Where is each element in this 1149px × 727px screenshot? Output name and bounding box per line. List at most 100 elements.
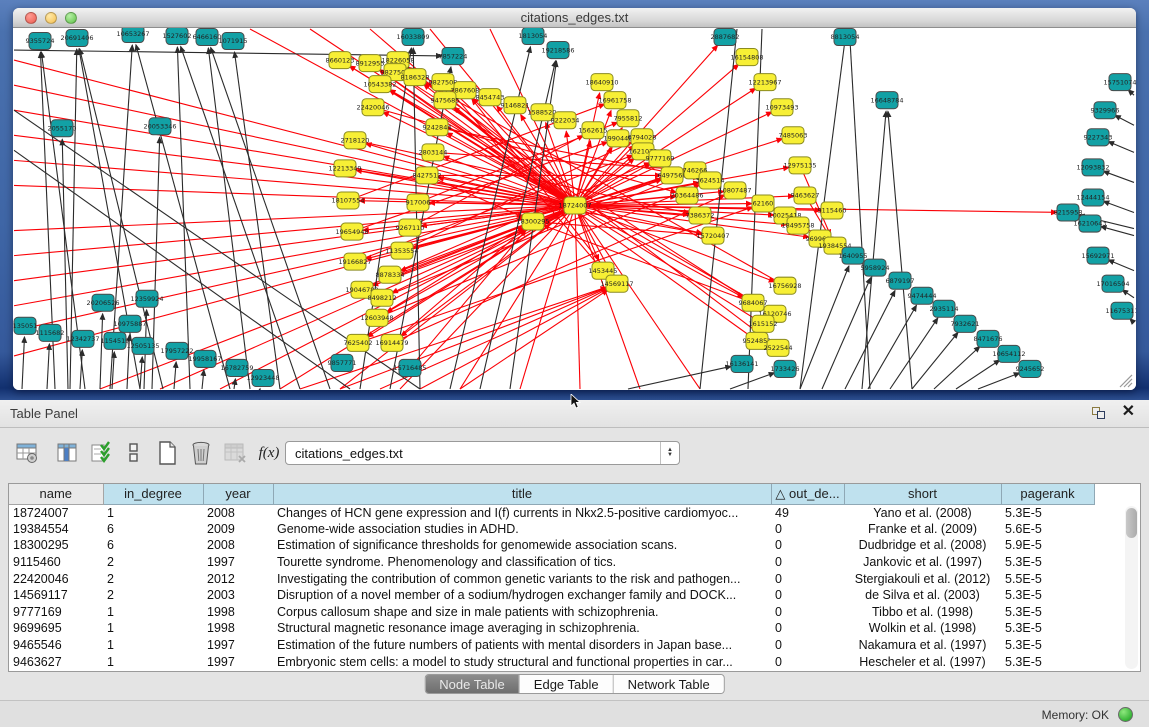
graph-node-label: 9267110 [396, 224, 425, 232]
table-row[interactable]: 1872400712008Changes of HCN gene express… [9, 504, 1094, 521]
graph-node-label: 15751074 [1103, 78, 1136, 86]
graph-node-label: 11353554 [385, 247, 418, 255]
graph-node-label: 7932621 [951, 320, 980, 328]
graph-node-label: 18300295 [516, 218, 549, 226]
graph-nodes: 9355724206914061065326715276026466160107… [13, 28, 1136, 386]
table-row[interactable]: 2242004622012Investigating the contribut… [9, 570, 1094, 587]
graph-node-label: 9355724 [26, 37, 55, 45]
graph-node-label: 12923448 [246, 374, 279, 382]
table-row[interactable]: 911546021997Tourette syndrome. Phenomeno… [9, 554, 1094, 571]
column-header[interactable]: title [273, 484, 771, 504]
select-rows-icon[interactable] [86, 438, 116, 468]
graph-node-label: 20053346 [143, 122, 176, 130]
function-builder-icon[interactable]: f(x) [254, 438, 284, 468]
node-table: namein_degreeyeartitle△ out_de...shortpa… [9, 484, 1095, 670]
table-row[interactable]: 946362711997Embryonic stem cells: a mode… [9, 653, 1094, 670]
column-header[interactable]: △ out_de... [771, 484, 844, 504]
table-scrollbar[interactable] [1125, 506, 1138, 669]
graph-node-label: 6794028 [628, 133, 657, 141]
table-row[interactable]: 969969511998Structural magnetic resonanc… [9, 620, 1094, 637]
table-row[interactable]: 977716911998Corpus callosum shape and si… [9, 604, 1094, 621]
graph-node-label: 9463627 [791, 192, 820, 200]
graph-node-label: 917006 [406, 199, 431, 207]
column-header[interactable]: short [844, 484, 1001, 504]
close-panel-icon[interactable]: ✕ [1122, 404, 1135, 420]
resize-grip[interactable] [1120, 375, 1132, 387]
graph-node-label: 9475685 [431, 96, 460, 104]
graph-node-label: 10975887 [113, 320, 146, 328]
graph-node-label: 16961758 [598, 96, 631, 104]
graph-node-label: 12213967 [748, 78, 781, 86]
column-header[interactable]: pagerank [1001, 484, 1094, 504]
graph-node-label: 8471676 [974, 335, 1003, 343]
show-columns-icon[interactable] [52, 438, 82, 468]
network-window-titlebar[interactable]: citations_edges.txt [13, 8, 1136, 28]
graph-node-label: 135051 [13, 322, 37, 330]
graph-node-label: 2887682 [711, 33, 740, 41]
graph-node-label: 3624514 [696, 177, 725, 185]
graph-node-label: 8498212 [368, 294, 397, 302]
graph-node-label: 9146821 [501, 101, 530, 109]
dropdown-stepper-icon: ▲▼ [660, 442, 679, 464]
graph-node-label: 1115682 [36, 329, 65, 337]
column-header[interactable]: in_degree [103, 484, 203, 504]
graph-node-label: 14569117 [600, 280, 633, 288]
graph-node-label: 17016504 [1096, 280, 1129, 288]
network-canvas[interactable]: 9355724206914061065326715276026466160107… [13, 28, 1136, 390]
graph-node-label: 1640955 [839, 252, 868, 260]
table-panel: Table Panel ✕ [0, 400, 1149, 700]
graph-node-label: 9242844 [423, 123, 452, 131]
graph-node-label: 9245652 [1016, 365, 1045, 373]
graph-node-label: 8186328 [401, 73, 430, 81]
graph-node-label: 18724007 [558, 202, 591, 210]
table-select-dropdown[interactable]: citations_edges.txt ▲▼ [285, 441, 680, 465]
graph-node-label: 20206526 [86, 299, 119, 307]
memory-status-icon[interactable] [1118, 707, 1133, 722]
tab-node-table[interactable]: Node Table [425, 675, 520, 693]
graph-node-label: 16033809 [396, 33, 429, 41]
table-row[interactable]: 1456911722003Disruption of a novel membe… [9, 587, 1094, 604]
graph-node-label: 8912955 [356, 59, 385, 67]
graph-node-label: 8813054 [831, 33, 860, 41]
graph-node-label: 62160 [753, 200, 774, 208]
graph-node-label: 8454743 [476, 93, 505, 101]
graph-node-label: 1071915 [219, 37, 248, 45]
new-table-icon[interactable] [152, 438, 182, 468]
graph-node-label: 8427512 [413, 172, 442, 180]
delete-icon[interactable] [186, 438, 216, 468]
graph-node-label: 6466160 [193, 33, 222, 41]
graph-node-label: 12505135 [126, 342, 159, 350]
table-scrollbar-thumb[interactable] [1126, 508, 1137, 538]
graph-node-label: 2055170 [48, 124, 77, 132]
graph-node-label: 8660123 [326, 56, 355, 64]
network-window-title: citations_edges.txt [13, 10, 1136, 25]
graph-node-label: 18226058 [381, 56, 414, 64]
table-settings-icon[interactable] [12, 438, 42, 468]
graph-node-label: 17957222 [160, 347, 193, 355]
float-panel-icon[interactable] [1092, 404, 1108, 420]
graph-node-label: 18495758 [781, 222, 814, 230]
graph-node-label: 2935114 [930, 305, 959, 313]
network-window: citations_edges.txt 93557242069140610653… [13, 8, 1136, 390]
graph-node-label: 9227343 [1084, 133, 1113, 141]
graph-node-label: 1527602 [163, 32, 192, 40]
table-row[interactable]: 1830029562008Estimation of significance … [9, 537, 1094, 554]
table-panel-title: Table Panel [10, 406, 78, 421]
graph-node-label: 7955812 [614, 114, 643, 122]
column-header[interactable]: year [203, 484, 273, 504]
graph-node-label: 1154519 [101, 337, 130, 345]
graph-node-label: 16782759 [220, 364, 253, 372]
column-header[interactable]: name [9, 484, 103, 504]
graph-node-label: 12359924 [130, 295, 163, 303]
row-height-icon[interactable] [118, 438, 148, 468]
table-row[interactable]: 946554611997Estimation of the future num… [9, 637, 1094, 654]
tab-network-table[interactable]: Network Table [614, 675, 724, 693]
tab-edge-table[interactable]: Edge Table [520, 675, 614, 693]
network-desktop: citations_edges.txt 93557242069140610653… [0, 0, 1149, 400]
graph-node-label: 12603948 [360, 314, 393, 322]
table-mode-tabs: Node TableEdge TableNetwork Table [424, 674, 725, 694]
graph-node-label: 1733426 [771, 365, 800, 373]
graph-node-label: 12342737 [66, 335, 99, 343]
graph-node-label: 10653267 [116, 30, 149, 38]
table-row[interactable]: 1938455462009Genome-wide association stu… [9, 521, 1094, 538]
